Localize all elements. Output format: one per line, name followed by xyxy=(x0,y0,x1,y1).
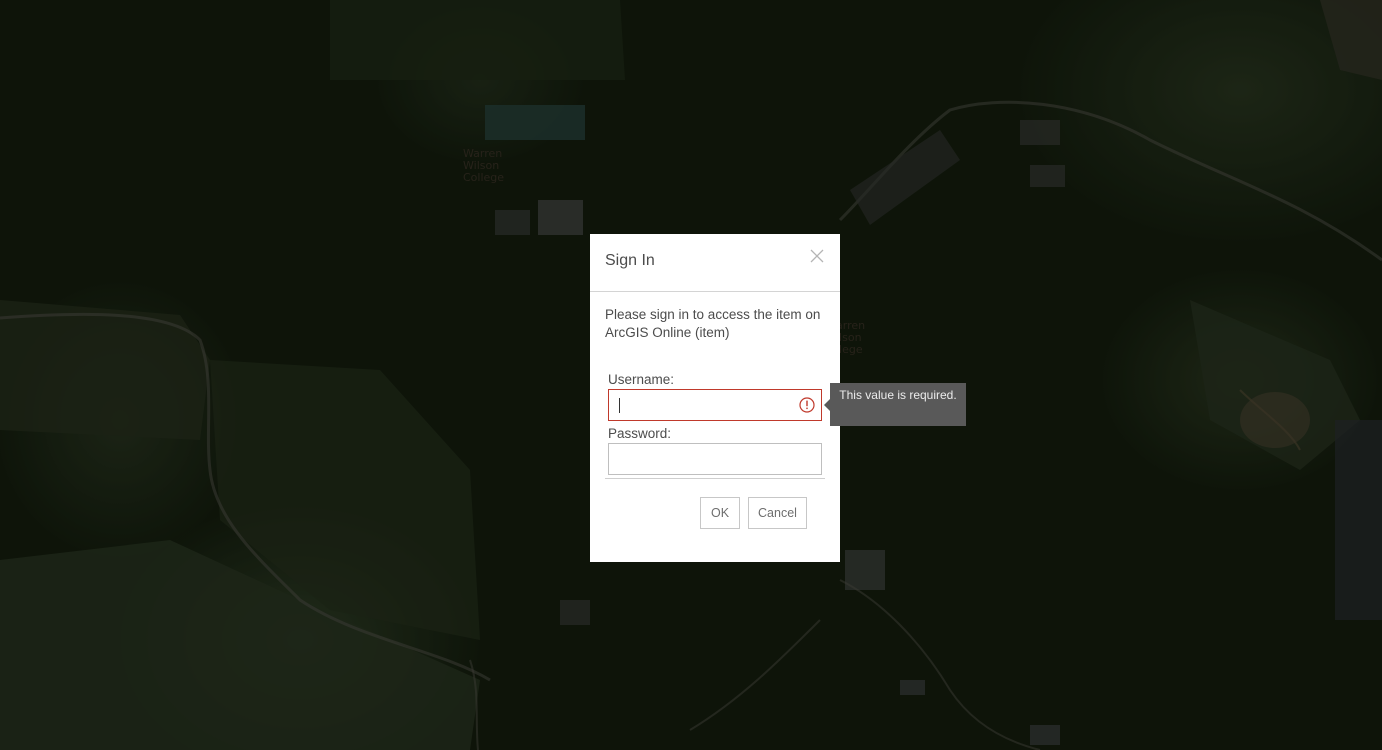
form-divider xyxy=(605,478,825,479)
sign-in-dialog: Sign In Please sign in to access the ite… xyxy=(590,234,840,562)
cancel-button[interactable]: Cancel xyxy=(748,497,807,529)
password-label: Password: xyxy=(608,426,672,441)
alert-circle-icon xyxy=(799,397,815,413)
close-button[interactable] xyxy=(809,249,825,265)
username-input[interactable] xyxy=(609,390,821,420)
tooltip-arrow xyxy=(824,399,830,411)
password-input[interactable] xyxy=(609,444,821,474)
password-field-wrapper xyxy=(608,443,822,475)
username-field-wrapper xyxy=(608,389,822,421)
text-caret xyxy=(619,398,620,413)
dialog-title: Sign In xyxy=(605,252,655,269)
dialog-message: Please sign in to access the item on Arc… xyxy=(605,307,821,340)
ok-button[interactable]: OK xyxy=(700,497,740,529)
close-icon xyxy=(810,249,824,263)
title-divider xyxy=(590,291,840,292)
username-label: Username: xyxy=(608,372,675,387)
tooltip-text: This value is required. xyxy=(839,388,957,402)
validation-tooltip: This value is required. xyxy=(824,383,966,426)
